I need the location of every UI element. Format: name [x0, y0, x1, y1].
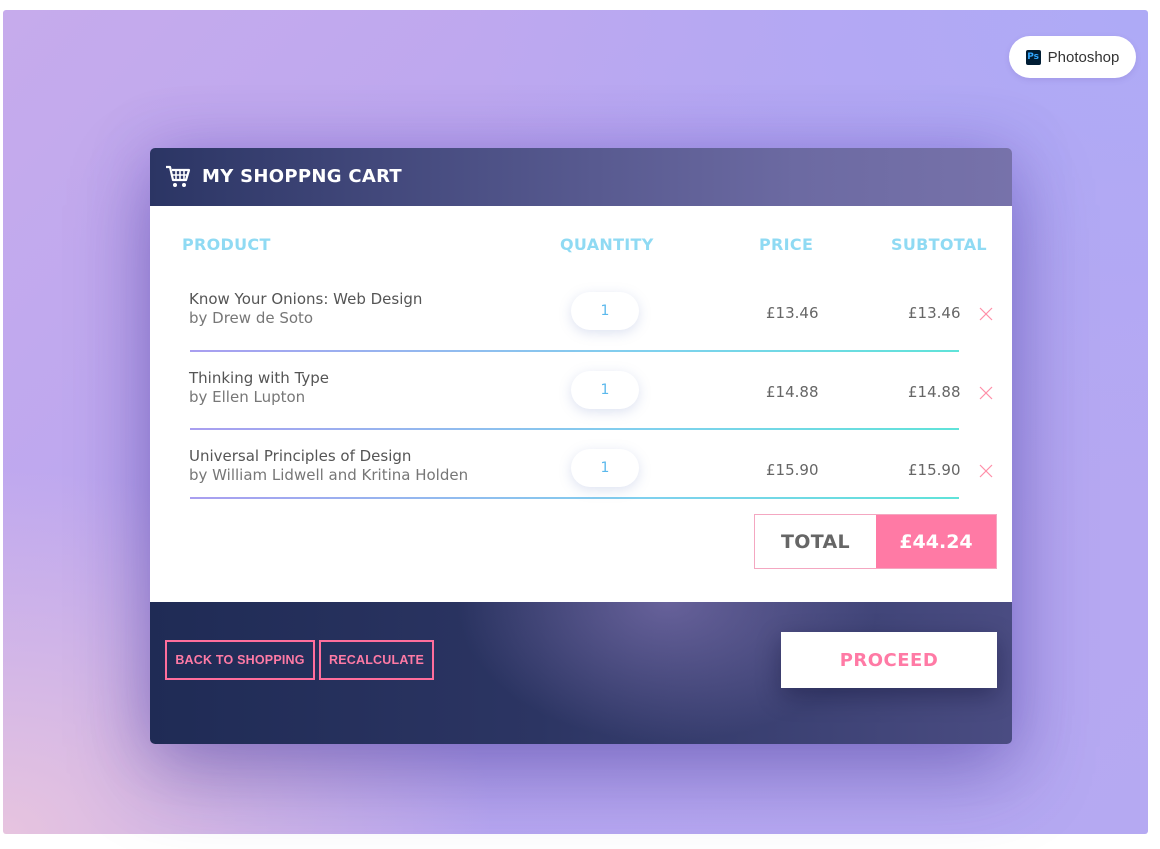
- shopping-cart-panel: MY SHOPPNG CART PRODUCT QUANTITY PRICE S…: [150, 148, 1012, 744]
- item-subtotal: £14.88: [908, 383, 961, 401]
- item-price: £13.46: [766, 304, 819, 322]
- proceed-button[interactable]: PROCEED: [781, 632, 997, 688]
- column-header-price: PRICE: [759, 235, 814, 254]
- photoshop-icon: Ps: [1025, 49, 1041, 65]
- cart-header: MY SHOPPNG CART: [150, 148, 1012, 206]
- column-header-subtotal: SUBTOTAL: [891, 235, 987, 254]
- recalculate-button[interactable]: RECALCULATE: [319, 640, 434, 680]
- back-to-shopping-button[interactable]: BACK TO SHOPPING: [165, 640, 315, 680]
- row-divider: [190, 350, 959, 352]
- item-price: £14.88: [766, 383, 819, 401]
- quantity-input[interactable]: 1: [571, 371, 639, 409]
- cart-row: Know Your Onions: Web Design by Drew de …: [150, 281, 1012, 359]
- item-price: £15.90: [766, 461, 819, 479]
- row-divider: [190, 428, 959, 430]
- product-title: Universal Principles of Design: [189, 447, 412, 465]
- photoshop-label: Photoshop: [1047, 48, 1120, 66]
- product-title: Thinking with Type: [189, 369, 330, 387]
- photoshop-badge[interactable]: Ps Photoshop: [1009, 36, 1136, 78]
- remove-item-icon[interactable]: [979, 386, 993, 400]
- shopping-cart-icon: [166, 165, 191, 187]
- cart-body: PRODUCT QUANTITY PRICE SUBTOTAL Know You…: [150, 206, 1012, 602]
- item-subtotal: £13.46: [908, 304, 961, 322]
- cart-title: MY SHOPPNG CART: [202, 166, 403, 187]
- cart-row: Universal Principles of Design by Willia…: [150, 438, 1012, 516]
- product-author: by William Lidwell and Kritina Holden: [189, 466, 469, 484]
- product-author: by Ellen Lupton: [189, 388, 306, 406]
- column-header-product: PRODUCT: [182, 235, 271, 254]
- order-total: TOTAL £44.24: [754, 514, 997, 569]
- cart-row: Thinking with Type by Ellen Lupton 1 £14…: [150, 360, 1012, 438]
- column-header-quantity: QUANTITY: [560, 235, 654, 254]
- product-title: Know Your Onions: Web Design: [189, 290, 423, 308]
- item-subtotal: £15.90: [908, 461, 961, 479]
- remove-item-icon[interactable]: [979, 464, 993, 478]
- product-author: by Drew de Soto: [189, 309, 314, 327]
- quantity-input[interactable]: 1: [571, 449, 639, 487]
- total-value: £44.24: [876, 515, 996, 568]
- total-label: TOTAL: [781, 530, 850, 553]
- remove-item-icon[interactable]: [979, 307, 993, 321]
- quantity-input[interactable]: 1: [571, 292, 639, 330]
- cart-footer: BACK TO SHOPPING RECALCULATE PROCEED: [150, 602, 1012, 744]
